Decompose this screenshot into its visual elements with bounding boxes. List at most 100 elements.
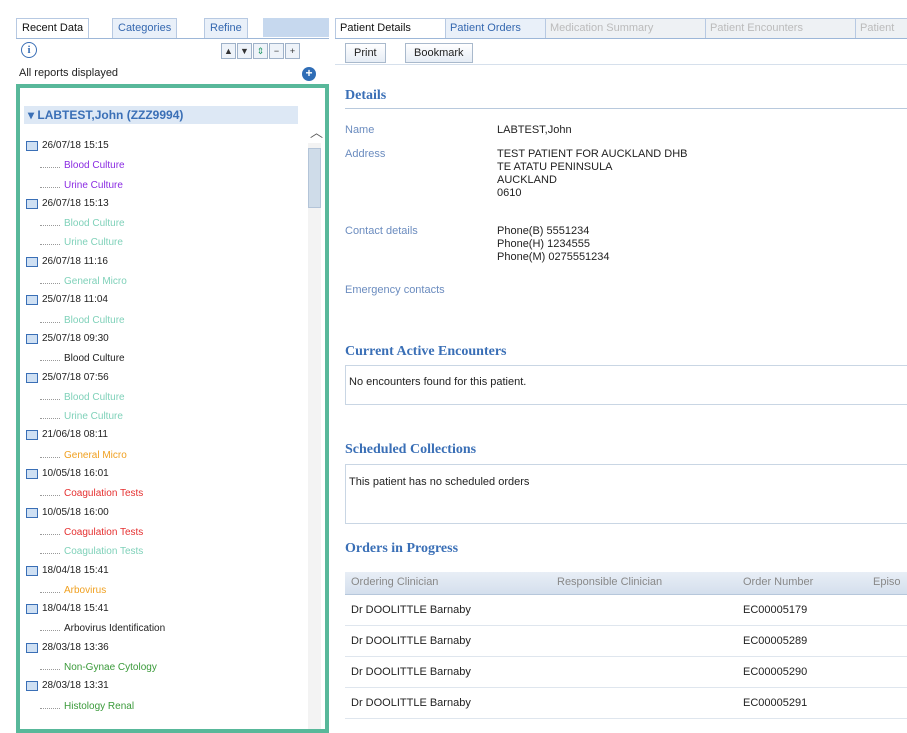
left-toolbar: i ▲ ▼ ⇕ − + — [16, 41, 329, 61]
table-row[interactable]: Dr DOOLITTLE Barnaby EC00005290 — [345, 657, 907, 688]
collapse-triangle-icon: ▾ — [28, 108, 38, 122]
ordering-clinician-cell: Dr DOOLITTLE Barnaby — [351, 697, 471, 709]
tree-date-node[interactable]: 26/07/18 15:15 — [26, 138, 306, 157]
bookmark-button[interactable]: Bookmark — [405, 43, 473, 63]
tree-connector — [40, 398, 60, 400]
tree-test-node[interactable]: Blood Culture — [26, 215, 306, 234]
tree-date-label: 10/05/18 16:00 — [42, 506, 109, 518]
tree-date-label: 18/04/18 15:41 — [42, 603, 109, 615]
column-order-number[interactable]: Order Number — [743, 576, 813, 588]
expand-all-button[interactable]: + — [285, 43, 300, 59]
chevron-up-icon[interactable]: ︿ — [310, 122, 323, 141]
tab-strip-fill — [263, 18, 329, 37]
action-toolbar: Print Bookmark — [335, 42, 907, 65]
table-row[interactable]: Dr DOOLITTLE Barnaby EC00005179 — [345, 595, 907, 626]
tree-date-node[interactable]: 28/03/18 13:31 — [26, 678, 306, 697]
tree-test-node[interactable]: Non-Gynae Cytology — [26, 659, 306, 678]
tree-date-node[interactable]: 26/07/18 11:16 — [26, 254, 306, 273]
scrollbar-thumb[interactable] — [308, 148, 321, 208]
tree-date-label: 28/03/18 13:31 — [42, 680, 109, 692]
tree-test-node[interactable]: Blood Culture — [26, 312, 306, 331]
app-window: Recent Data Categories Refine i ▲ ▼ ⇕ − … — [0, 0, 907, 733]
print-button[interactable]: Print — [345, 43, 386, 63]
tab-medication-summary[interactable]: Medication Summary — [545, 18, 707, 38]
tree-connector — [40, 283, 60, 285]
tree-date-label: 26/07/18 15:13 — [42, 197, 109, 209]
tab-refine[interactable]: Refine — [204, 18, 248, 38]
tree-test-node[interactable]: Urine Culture — [26, 177, 306, 196]
ordering-clinician-cell: Dr DOOLITTLE Barnaby — [351, 666, 471, 678]
details-heading: Details — [345, 88, 387, 103]
tree-scrollbar[interactable] — [308, 143, 321, 729]
tree-date-node[interactable]: 10/05/18 16:00 — [26, 505, 306, 524]
report-group-icon — [26, 469, 38, 480]
address-line: TEST PATIENT FOR AUCKLAND DHB — [497, 148, 688, 160]
tree-date-node[interactable]: 25/07/18 09:30 — [26, 331, 306, 350]
tree-test-node[interactable]: Blood Culture — [26, 350, 306, 369]
tree-date-node[interactable]: 18/04/18 15:41 — [26, 563, 306, 582]
results-tree: ▾ LABTEST,John (ZZZ9994) ︿ 26/07/18 15:1… — [16, 84, 329, 733]
tab-patient-details[interactable]: Patient Details — [335, 18, 447, 38]
collapse-all-button[interactable]: − — [269, 43, 284, 59]
report-group-icon — [26, 642, 38, 653]
tree-test-label: Non-Gynae Cytology — [64, 662, 157, 674]
report-group-icon — [26, 681, 38, 692]
column-responsible-clinician[interactable]: Responsible Clinician — [557, 576, 662, 588]
tree-test-node[interactable]: Histology Renal — [26, 698, 306, 717]
tree-date-node[interactable]: 28/03/18 13:36 — [26, 640, 306, 659]
tab-patient-orders[interactable]: Patient Orders — [445, 18, 547, 38]
tree-date-node[interactable]: 25/07/18 11:04 — [26, 292, 306, 311]
tree-test-node[interactable]: Blood Culture — [26, 157, 306, 176]
ordering-clinician-cell: Dr DOOLITTLE Barnaby — [351, 604, 471, 616]
move-up-button[interactable]: ▲ — [221, 43, 236, 59]
tree-test-node[interactable]: Arbovirus — [26, 582, 306, 601]
encounters-heading: Current Active Encounters — [345, 344, 507, 359]
tree-connector — [40, 456, 60, 458]
collections-heading: Scheduled Collections — [345, 442, 477, 457]
details-divider — [345, 108, 907, 109]
patient-header[interactable]: ▾ LABTEST,John (ZZZ9994) — [24, 106, 298, 124]
tree-item-list: 26/07/18 15:15 Blood Culture Urine Culture… — [26, 138, 306, 717]
table-row[interactable]: Dr DOOLITTLE Barnaby EC00005291 — [345, 688, 907, 719]
column-episode[interactable]: Episo — [873, 576, 901, 588]
report-group-icon — [26, 507, 38, 518]
report-group-icon — [26, 604, 38, 615]
tab-patient-encounters[interactable]: Patient Encounters — [705, 18, 857, 38]
report-group-icon — [26, 141, 38, 151]
move-down-button[interactable]: ▼ — [237, 43, 252, 59]
tree-test-node[interactable]: Coagulation Tests — [26, 524, 306, 543]
info-icon[interactable]: i — [21, 42, 37, 58]
tree-connector — [40, 495, 60, 497]
tree-test-label: Blood Culture — [64, 391, 125, 403]
tree-connector — [40, 630, 60, 632]
tree-date-node[interactable]: 18/04/18 15:41 — [26, 601, 306, 620]
report-status-row: All reports displayed + — [16, 64, 329, 82]
tree-connector — [40, 225, 60, 227]
tree-test-node[interactable]: General Micro — [26, 447, 306, 466]
tree-date-node[interactable]: 21/06/18 08:11 — [26, 427, 306, 446]
order-number-cell: EC00005290 — [743, 666, 808, 678]
add-icon[interactable]: + — [302, 67, 316, 81]
tree-test-node[interactable]: Urine Culture — [26, 234, 306, 253]
contact-label: Contact details — [345, 225, 418, 237]
tree-test-node[interactable]: Coagulation Tests — [26, 485, 306, 504]
ordering-clinician-cell: Dr DOOLITTLE Barnaby — [351, 635, 471, 647]
tree-connector — [40, 167, 60, 169]
tree-date-node[interactable]: 10/05/18 16:01 — [26, 466, 306, 485]
tree-test-node[interactable]: Blood Culture — [26, 389, 306, 408]
tree-date-node[interactable]: 26/07/18 15:13 — [26, 196, 306, 215]
tab-categories[interactable]: Categories — [112, 18, 178, 38]
column-ordering-clinician[interactable]: Ordering Clinician — [351, 576, 438, 588]
tab-patient-overflow[interactable]: Patient — [855, 18, 907, 38]
tree-date-node[interactable]: 25/07/18 07:56 — [26, 370, 306, 389]
tree-test-node[interactable]: Arbovirus Identification — [26, 620, 306, 639]
tree-test-node[interactable]: Urine Culture — [26, 408, 306, 427]
tree-test-label: Blood Culture — [64, 314, 125, 326]
refresh-button[interactable]: ⇕ — [253, 43, 268, 59]
tree-connector — [40, 186, 60, 188]
table-row[interactable]: Dr DOOLITTLE Barnaby EC00005289 — [345, 626, 907, 657]
tree-date-label: 21/06/18 08:11 — [42, 429, 108, 441]
tree-test-node[interactable]: General Micro — [26, 273, 306, 292]
tab-recent-data[interactable]: Recent Data — [16, 18, 90, 38]
tree-test-node[interactable]: Coagulation Tests — [26, 543, 306, 562]
